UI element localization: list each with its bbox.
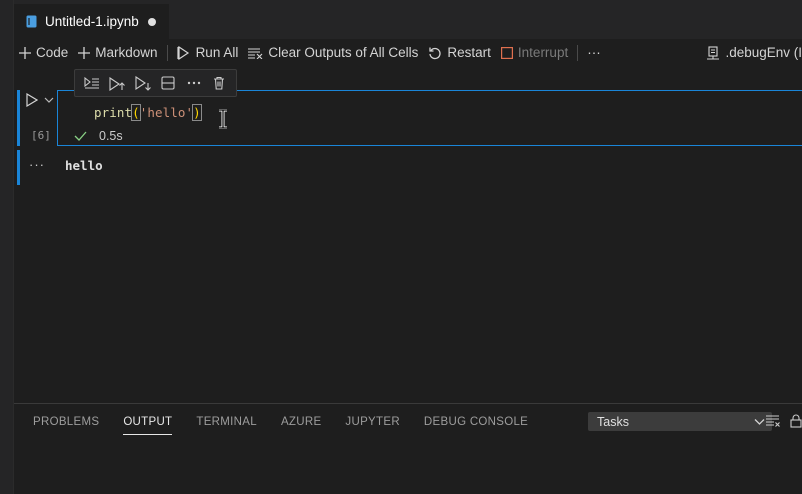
code-function: print — [94, 105, 133, 120]
output-more-icon[interactable]: ··· — [29, 157, 45, 172]
tab-untitled-notebook[interactable]: Untitled-1.ipynb — [14, 4, 169, 39]
code-label: Code — [36, 45, 69, 60]
code-bracket-open: ( — [131, 104, 141, 121]
bottom-panel: PROBLEMS OUTPUT TERMINAL AZURE JUPYTER D… — [14, 403, 802, 494]
cell-focus-indicator — [17, 90, 20, 146]
tab-title: Untitled-1.ipynb — [45, 14, 139, 29]
tab-azure[interactable]: AZURE — [269, 404, 333, 440]
clear-outputs-button[interactable]: Clear Outputs of All Cells — [243, 42, 423, 64]
stop-icon — [500, 46, 513, 59]
interrupt-button[interactable]: Interrupt — [496, 42, 573, 64]
activity-bar-edge — [0, 0, 14, 494]
restart-icon — [429, 47, 442, 59]
ellipsis-icon — [187, 81, 200, 85]
notebook-toolbar: Code Markdown Run All Clear Outputs of A… — [14, 39, 802, 66]
code-string: 'hello' — [139, 105, 194, 120]
lock-icon[interactable] — [790, 414, 802, 428]
execute-cell-and-above-button[interactable] — [106, 72, 128, 94]
plus-icon — [78, 46, 91, 59]
run-all-icon — [176, 45, 189, 60]
code-editor[interactable]: print('hello') — [59, 92, 802, 128]
tab-debug-console[interactable]: DEBUG CONSOLE — [412, 404, 540, 440]
code-cell[interactable]: print('hello') 0.5s — [57, 90, 802, 146]
cell-toolbar — [74, 69, 237, 97]
more-actions-button[interactable]: ··· — [582, 42, 606, 64]
cell-status: 0.5s — [74, 129, 123, 143]
clear-output-icon[interactable] — [765, 414, 781, 428]
code-line[interactable]: print('hello') — [94, 104, 202, 121]
tab-output[interactable]: OUTPUT — [111, 404, 184, 440]
add-markdown-cell-button[interactable]: Markdown — [73, 42, 162, 64]
clear-outputs-label: Clear Outputs of All Cells — [268, 45, 419, 60]
output-channel-select[interactable]: Tasks — [588, 412, 772, 431]
cell-more-button[interactable] — [183, 72, 205, 94]
play-icon — [26, 93, 38, 107]
clear-all-icon — [248, 47, 263, 59]
chevron-down-icon — [754, 419, 765, 425]
unsaved-dot-icon[interactable] — [147, 17, 156, 26]
execute-cell-and-below-button[interactable] — [132, 72, 154, 94]
delete-cell-button[interactable] — [208, 72, 230, 94]
cell-output: hello — [65, 158, 103, 173]
restart-button[interactable]: Restart — [423, 42, 496, 64]
chevron-down-icon — [44, 97, 54, 103]
add-code-cell-button[interactable]: Code — [14, 42, 73, 64]
run-above-icon — [84, 76, 99, 89]
check-icon — [74, 131, 87, 141]
run-up-icon — [109, 76, 126, 91]
more-icon: ··· — [587, 45, 601, 60]
code-bracket-close: ) — [192, 104, 202, 121]
kernel-icon — [707, 45, 720, 60]
split-icon — [161, 76, 175, 90]
tab-jupyter[interactable]: JUPYTER — [333, 404, 412, 440]
output-focus-indicator — [17, 150, 20, 185]
kernel-label: .debugEnv (I — [725, 45, 802, 60]
run-all-label: Run All — [195, 45, 239, 60]
execute-above-button[interactable] — [81, 72, 103, 94]
run-cell-button[interactable] — [26, 93, 54, 107]
execution-duration: 0.5s — [99, 129, 123, 143]
execution-count: [6] — [31, 129, 51, 142]
run-down-icon — [135, 75, 151, 91]
run-all-button[interactable]: Run All — [172, 42, 244, 64]
toolbar-divider — [577, 44, 579, 61]
kernel-picker[interactable]: .debugEnv (I — [701, 42, 802, 64]
text-cursor-icon — [219, 109, 227, 129]
markdown-label: Markdown — [95, 45, 158, 60]
split-cell-button[interactable] — [157, 72, 179, 94]
plus-icon — [19, 46, 31, 59]
panel-tabs: PROBLEMS OUTPUT TERMINAL AZURE JUPYTER D… — [14, 404, 540, 440]
trash-icon — [214, 76, 225, 90]
restart-label: Restart — [447, 45, 491, 60]
toolbar-divider — [166, 44, 168, 61]
editor-tab-bar: Untitled-1.ipynb — [14, 0, 802, 39]
output-channel-value: Tasks — [597, 414, 629, 429]
tab-terminal[interactable]: TERMINAL — [184, 404, 269, 440]
tab-problems[interactable]: PROBLEMS — [14, 404, 111, 440]
notebook-file-icon — [26, 15, 37, 28]
interrupt-label: Interrupt — [517, 45, 569, 60]
